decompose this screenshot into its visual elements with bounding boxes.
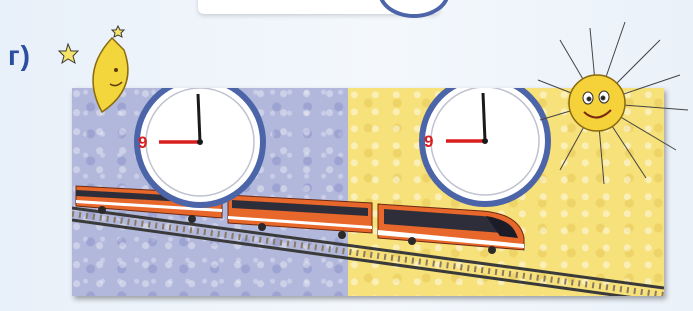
crescent-moon-icon bbox=[92, 36, 129, 114]
decorations bbox=[57, 21, 689, 185]
exercise-page: г) 9 9 bbox=[0, 0, 693, 311]
smiling-sun-icon bbox=[537, 21, 689, 185]
